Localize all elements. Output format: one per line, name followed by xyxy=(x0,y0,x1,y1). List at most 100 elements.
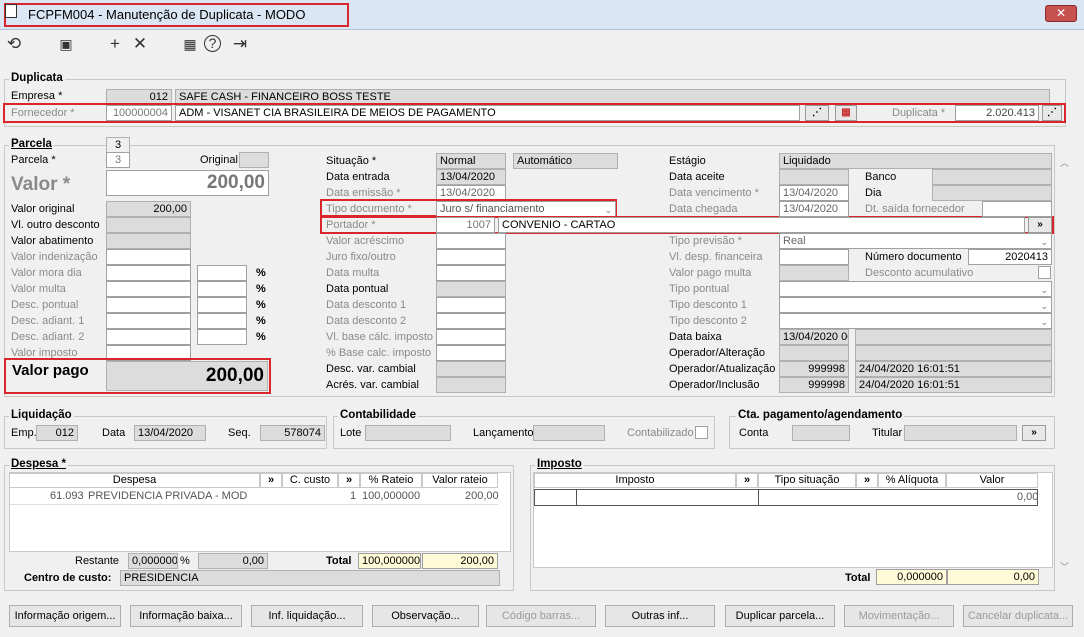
bottom-button-5[interactable]: Outras inf... xyxy=(605,605,715,627)
tipo-previsao-select[interactable]: Real ⌄ xyxy=(779,233,1052,249)
dt-saida-field[interactable] xyxy=(982,201,1052,217)
mid-field-12[interactable] xyxy=(436,345,506,361)
titular-field xyxy=(904,425,1017,441)
bottom-button-6[interactable]: Duplicar parcela... xyxy=(725,605,835,627)
left-field-4[interactable] xyxy=(106,265,191,281)
bottom-button-7[interactable]: Movimentação... xyxy=(844,605,954,627)
numero-documento-field[interactable]: 2020413 xyxy=(968,249,1052,265)
fornecedor-name: ADM - VISANET CIA BRASILEIRA DE MEIOS DE… xyxy=(175,105,800,121)
close-button[interactable]: ✕ xyxy=(1045,5,1077,22)
tipo-desconto-1-select[interactable]: ⌄ xyxy=(779,297,1052,313)
aliquota-header: % Alíquota xyxy=(878,473,946,488)
desconto-acumulativo-checkbox[interactable] xyxy=(1038,266,1051,279)
pct-label-7: % xyxy=(256,315,266,327)
parcela-tab[interactable]: 3 xyxy=(106,137,130,153)
situacao2-field: Automático xyxy=(513,153,618,169)
mid-label-6: Juro fixo/outro xyxy=(326,251,396,263)
vl-desp-financeira-field[interactable] xyxy=(779,249,849,265)
mid-label-10: Data desconto 2 xyxy=(326,315,407,327)
cancel-icon[interactable]: ✕ xyxy=(129,33,151,55)
desc-var-cambial-field xyxy=(436,361,506,377)
mid-field-6[interactable] xyxy=(436,249,506,265)
table-row[interactable]: 61.093 PREVIDENCIA PRIVADA - MOD 1 100,0… xyxy=(10,489,499,505)
right-label-8: Tipo desconto 1 xyxy=(669,299,747,311)
left-field-3[interactable] xyxy=(106,249,191,265)
duplicata-search-button[interactable]: ⋰ xyxy=(1042,105,1062,121)
left-field-5[interactable] xyxy=(106,281,191,297)
right-label-7: Tipo pontual xyxy=(669,283,730,295)
left-field-7[interactable] xyxy=(106,313,191,329)
mid-field-5[interactable] xyxy=(436,233,506,249)
seq-field: 578074 xyxy=(260,425,325,441)
tipo-documento-select[interactable]: Juro s/ financiamento ⌄ xyxy=(436,201,616,217)
save-icon[interactable]: ▣ xyxy=(55,33,77,55)
calendar-icon[interactable]: ▦ xyxy=(179,33,201,55)
parcela-label: Parcela * xyxy=(11,154,56,166)
ccusto-header: C. custo xyxy=(282,473,338,488)
data-entrada-field: 13/04/2020 xyxy=(436,169,506,185)
tipo-pontual-select[interactable]: ⌄ xyxy=(779,281,1052,297)
fornecedor-code[interactable]: 100000004 xyxy=(106,105,172,121)
op-inclusao-field: 999998 xyxy=(779,377,849,393)
lote-field xyxy=(365,425,451,441)
conta-label: Conta xyxy=(739,427,769,439)
left-field-8[interactable] xyxy=(106,329,191,345)
original-label: Original xyxy=(200,154,238,166)
valor-field[interactable]: 200,00 xyxy=(106,170,269,196)
table-row[interactable]: 0,00 xyxy=(534,489,1038,506)
tipo-situacao-lookup-header[interactable]: » xyxy=(856,473,878,488)
op-inclusao-dt: 24/04/2020 16:01:51 xyxy=(855,377,1052,393)
pct-field-8[interactable] xyxy=(197,329,247,345)
valor-rateio-header: Valor rateio xyxy=(422,473,498,488)
despesa-lookup-header[interactable]: » xyxy=(260,473,282,488)
data-vencimento-field[interactable]: 13/04/2020 xyxy=(779,185,849,201)
mid-label-13: Desc. var. cambial xyxy=(326,363,416,375)
add-icon[interactable]: + xyxy=(104,33,126,55)
left-label-4: Valor mora dia xyxy=(11,267,82,279)
mid-field-11[interactable] xyxy=(436,329,506,345)
dia-field xyxy=(932,185,1052,201)
right-label-4: Tipo previsão * xyxy=(669,235,742,247)
help-icon[interactable]: ? xyxy=(204,35,221,52)
data-aceite-field xyxy=(779,169,849,185)
left-field-6[interactable] xyxy=(106,297,191,313)
bottom-button-3[interactable]: Observação... xyxy=(372,605,479,627)
duplicata-field[interactable]: 2.020.413 xyxy=(955,105,1039,121)
pct-field-7[interactable] xyxy=(197,313,247,329)
bottom-button-4[interactable]: Código barras... xyxy=(486,605,596,627)
acres-var-cambial-field xyxy=(436,377,506,393)
undo-icon[interactable]: ⟲ xyxy=(3,33,25,55)
portador-lookup-button[interactable]: » xyxy=(1028,217,1052,233)
portador-name: CONVENIO - CARTAO xyxy=(498,217,1025,233)
bottom-button-8[interactable]: Cancelar duplicata... xyxy=(963,605,1073,627)
mid-label-9: Data desconto 1 xyxy=(326,299,407,311)
pct-field-5[interactable] xyxy=(197,281,247,297)
contabilizado-checkbox[interactable] xyxy=(695,426,708,439)
bottom-button-0[interactable]: Informação origem... xyxy=(9,605,121,627)
pct-field-6[interactable] xyxy=(197,297,247,313)
tipo-desconto-2-select[interactable]: ⌄ xyxy=(779,313,1052,329)
data-pontual-field xyxy=(436,281,506,297)
right-label-13: Operador/Inclusão xyxy=(669,379,760,391)
imposto-lookup-header[interactable]: » xyxy=(736,473,758,488)
portador-code[interactable]: 1007 xyxy=(436,217,495,233)
mid-field-9[interactable] xyxy=(436,297,506,313)
fornecedor-label: Fornecedor * xyxy=(11,107,75,119)
parcela-field[interactable]: 3 xyxy=(106,152,130,168)
left-field-1 xyxy=(106,217,191,233)
pct-field-4[interactable] xyxy=(197,265,247,281)
exit-icon[interactable]: ⇥ xyxy=(229,33,251,55)
toolbar: ⟲ ▣ + ✕ ▦ ? ⇥ xyxy=(0,30,1084,60)
data-chegada-field[interactable]: 13/04/2020 xyxy=(779,201,849,217)
scrollbar[interactable]: ︿ ﹀ xyxy=(1057,150,1073,572)
bottom-button-2[interactable]: Inf. liquidação... xyxy=(251,605,363,627)
bottom-button-1[interactable]: Informação baixa... xyxy=(130,605,242,627)
banco-label: Banco xyxy=(865,171,897,183)
right-label-6: Valor pago multa xyxy=(669,267,752,279)
mid-field-7[interactable] xyxy=(436,265,506,281)
ccusto-lookup-header[interactable]: » xyxy=(338,473,360,488)
mid-field-10[interactable] xyxy=(436,313,506,329)
titular-lookup-button[interactable]: » xyxy=(1022,425,1046,441)
calendar-icon[interactable]: ▦ xyxy=(835,105,857,121)
fornecedor-search-button[interactable]: ⋰ xyxy=(805,105,829,121)
